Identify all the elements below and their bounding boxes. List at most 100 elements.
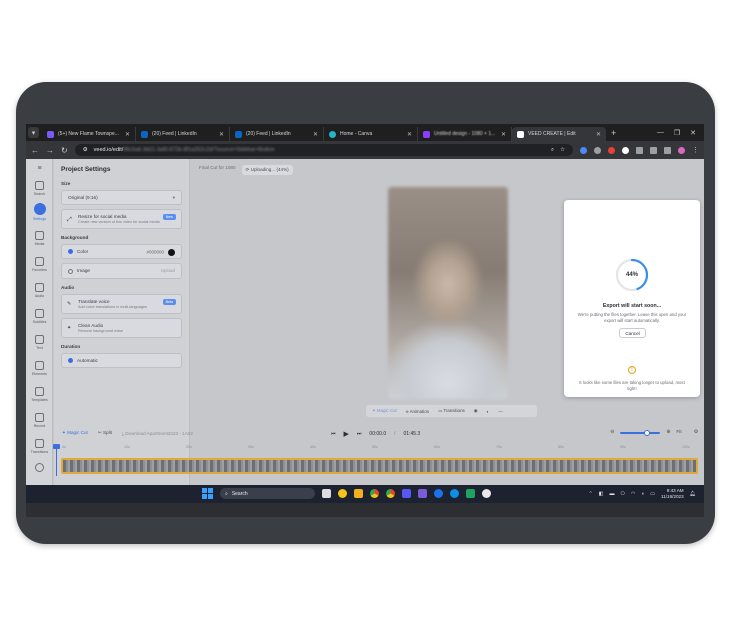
- site-info-icon[interactable]: ⚙: [83, 147, 88, 153]
- tray-app-icon[interactable]: ◧: [599, 491, 604, 497]
- rail-media[interactable]: Media: [26, 231, 53, 246]
- wifi-icon[interactable]: ◠: [631, 491, 635, 497]
- tray-chevron-icon[interactable]: ⌃: [589, 491, 593, 497]
- extension-icon[interactable]: [636, 146, 643, 154]
- profile-avatar[interactable]: [678, 146, 685, 154]
- background-color-option[interactable]: Color #000000: [61, 244, 182, 260]
- zoom-slider-handle[interactable]: [644, 429, 651, 436]
- magic-cut-tool[interactable]: ✦ Magic Cut: [372, 408, 397, 414]
- windows-start-icon[interactable]: [202, 488, 213, 499]
- animation-tool[interactable]: ⟡ Animation: [406, 409, 429, 414]
- battery-icon[interactable]: ▭: [650, 491, 655, 497]
- rail-search[interactable]: Search: [26, 181, 53, 196]
- rail-record[interactable]: Record: [26, 413, 53, 428]
- transitions-tool[interactable]: ▭ Transitions: [438, 408, 465, 414]
- zoom-out-icon[interactable]: ⊖: [610, 430, 614, 435]
- reload-icon[interactable]: ↻: [61, 146, 68, 155]
- bookmark-star-icon[interactable]: ☆: [560, 147, 565, 153]
- playhead[interactable]: [53, 444, 60, 476]
- volume-icon[interactable]: ◖: [641, 491, 644, 497]
- slack-icon[interactable]: [418, 489, 427, 498]
- rail-elements[interactable]: Elements: [26, 361, 53, 376]
- taskbar-app-icon[interactable]: [338, 489, 347, 498]
- clock[interactable]: 9:43 AM 11/16/2023: [661, 488, 684, 499]
- radio-unselected[interactable]: [68, 268, 73, 274]
- extension-icon[interactable]: [594, 146, 601, 154]
- download-icon[interactable]: [650, 146, 657, 154]
- rail-settings[interactable]: Settings: [26, 203, 53, 221]
- chrome-icon[interactable]: [386, 489, 395, 498]
- rail-audio[interactable]: Audio: [26, 283, 53, 298]
- resize-social-button[interactable]: ⤢ Resize for social media Create new ver…: [61, 209, 182, 229]
- zoom-in-icon[interactable]: ⊕: [666, 430, 670, 435]
- extension-icon[interactable]: [622, 146, 629, 154]
- skip-back-icon[interactable]: ⏮: [331, 431, 336, 437]
- minimize-icon[interactable]: —: [657, 129, 664, 137]
- taskbar-search[interactable]: ⌕ Search: [220, 488, 315, 499]
- rail-transitions[interactable]: Transitions: [26, 439, 53, 454]
- browser-tab[interactable]: (20) Feed | LinkedIn ✕: [136, 127, 230, 141]
- split-button[interactable]: ✂ Split: [98, 430, 112, 436]
- close-icon[interactable]: ✕: [596, 131, 601, 138]
- close-icon[interactable]: ✕: [407, 131, 412, 138]
- playhead-handle[interactable]: [53, 444, 60, 449]
- play-icon[interactable]: ▶: [344, 430, 349, 438]
- skip-forward-icon[interactable]: ⏭: [357, 431, 362, 437]
- browser-tab[interactable]: Home - Canva ✕: [324, 127, 418, 141]
- app-icon[interactable]: [466, 489, 475, 498]
- close-icon[interactable]: ✕: [501, 131, 506, 138]
- restore-icon[interactable]: ❐: [674, 129, 680, 137]
- extension-icon[interactable]: [608, 146, 615, 154]
- audio-icon[interactable]: ◐: [487, 409, 490, 414]
- menu-icon[interactable]: ⋮: [692, 146, 699, 154]
- rail-text[interactable]: Text: [26, 335, 53, 350]
- close-icon[interactable]: ✕: [125, 131, 130, 138]
- more-icon[interactable]: —: [498, 409, 502, 414]
- notification-icon[interactable]: 🔔︎: [690, 491, 696, 497]
- file-explorer-icon[interactable]: [354, 489, 363, 498]
- project-name[interactable]: Final Cut for 1080: [199, 165, 236, 175]
- zoom-app-icon[interactable]: [450, 489, 459, 498]
- rail-templates[interactable]: Templates: [26, 387, 53, 402]
- browser-tab[interactable]: (20) Feed | LinkedIn ✕: [230, 127, 324, 141]
- browser-tab[interactable]: (5+) New Flame Townspe... ✕: [42, 127, 136, 141]
- media-player-icon[interactable]: [482, 489, 491, 498]
- upload-link[interactable]: Upload: [161, 268, 175, 273]
- visibility-icon[interactable]: ◉: [474, 408, 478, 414]
- close-icon[interactable]: ✕: [219, 131, 224, 138]
- magic-cut-button[interactable]: ✦ Magic Cut: [62, 430, 88, 436]
- video-track-clip[interactable]: [61, 458, 698, 474]
- color-swatch[interactable]: [168, 249, 175, 256]
- rail-favorites[interactable]: Favorites: [26, 257, 53, 272]
- help-icon[interactable]: [26, 463, 53, 474]
- clean-audio-button[interactable]: ✦ Clean Audio Remove background noise: [61, 317, 182, 338]
- size-select[interactable]: Original (9:16) ▾: [61, 190, 182, 205]
- onepassword-icon[interactable]: [434, 489, 443, 498]
- back-icon[interactable]: ←: [31, 146, 39, 155]
- extension-icon[interactable]: [580, 146, 587, 154]
- taskview-icon[interactable]: [322, 489, 331, 498]
- url-field[interactable]: ⚙ veed.io/edit/96c5a6-9d11-3af0-872b-8f1…: [74, 144, 573, 156]
- zoom-slider[interactable]: [620, 429, 661, 436]
- tab-search-icon[interactable]: ▾: [28, 127, 39, 138]
- download-clip[interactable]: ⤓ Download Apartment2023 - 1A02: [122, 431, 193, 436]
- tray-app-icon[interactable]: ▬: [609, 491, 614, 497]
- browser-tab[interactable]: Untitled design - 1080 × 1... ✕: [418, 127, 512, 141]
- close-window-icon[interactable]: ✕: [690, 129, 696, 137]
- radio-selected[interactable]: [68, 249, 73, 255]
- rail-subtitles[interactable]: Subtitles: [26, 309, 53, 324]
- menu-icon[interactable]: ≡: [26, 165, 53, 172]
- duration-automatic-option[interactable]: Automatic: [61, 352, 182, 368]
- sidepanel-icon[interactable]: [664, 146, 671, 154]
- timeline-settings-icon[interactable]: ⚙: [694, 430, 698, 435]
- fit-button[interactable]: Fit: [676, 430, 681, 435]
- tray-app-icon[interactable]: ⎔: [620, 491, 624, 497]
- teams-icon[interactable]: [402, 489, 411, 498]
- translate-voice-button[interactable]: ✎ Translate voice Add voice translations…: [61, 293, 182, 314]
- browser-tab-active[interactable]: VEED CREATE | Edit ✕: [512, 127, 606, 141]
- video-preview[interactable]: [388, 187, 508, 399]
- background-image-option[interactable]: Image Upload: [61, 263, 182, 279]
- zoom-icon[interactable]: ⌕: [551, 147, 554, 154]
- close-icon[interactable]: ✕: [313, 131, 318, 138]
- chrome-icon[interactable]: [370, 489, 379, 498]
